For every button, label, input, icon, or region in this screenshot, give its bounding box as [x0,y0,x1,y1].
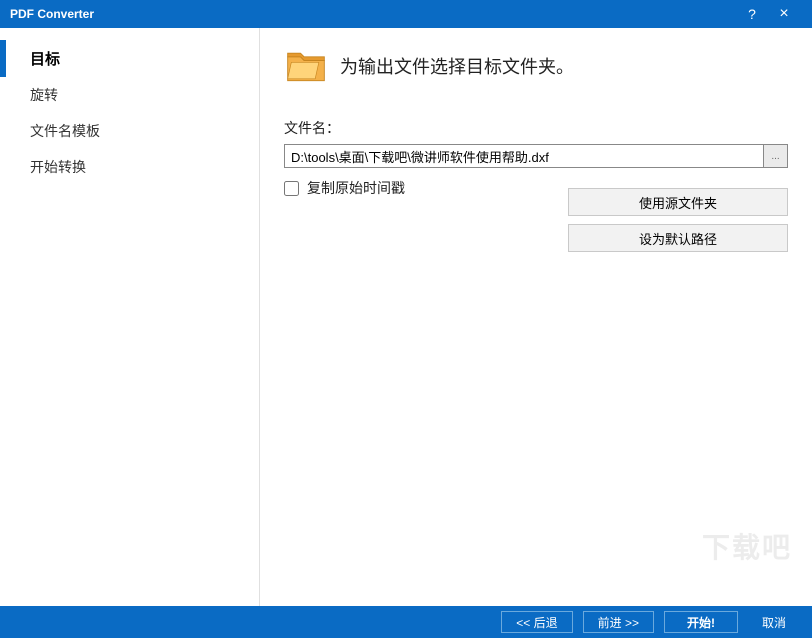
help-button[interactable]: ? [738,6,766,22]
folder-icon [284,44,328,88]
sidebar-item-filename-template[interactable]: 文件名模板 [0,113,259,149]
close-button[interactable]: × [766,5,802,23]
window-title: PDF Converter [10,7,738,21]
back-button[interactable]: << 后退 [501,611,572,633]
path-input[interactable] [284,144,764,168]
cancel-button[interactable]: 取消 [748,611,800,633]
body: 目标 旋转 文件名模板 开始转换 为输出文件选择目标文件夹。 文件名： ... [0,28,812,606]
heading-row: 为输出文件选择目标文件夹。 [284,44,788,88]
browse-button[interactable]: ... [764,144,788,168]
sidebar-item-target[interactable]: 目标 [0,40,259,77]
copy-timestamp-checkbox[interactable] [284,181,299,196]
content: 为输出文件选择目标文件夹。 文件名： ... 复制原始时间戳 使用源文件夹 设为… [260,28,812,606]
use-source-folder-button[interactable]: 使用源文件夹 [568,188,788,216]
copy-timestamp-label: 复制原始时间戳 [307,178,405,198]
filename-label: 文件名： [284,118,788,138]
titlebar: PDF Converter ? × [0,0,812,28]
sidebar-item-rotate[interactable]: 旋转 [0,77,259,113]
sidebar-item-label: 旋转 [30,87,58,103]
start-button[interactable]: 开始! [664,611,738,633]
footer: << 后退 前进 >> 开始! 取消 [0,606,812,638]
sidebar-item-label: 开始转换 [30,159,86,175]
sidebar-item-label: 目标 [30,51,60,68]
right-buttons: 使用源文件夹 设为默认路径 [568,188,788,252]
sidebar-item-label: 文件名模板 [30,123,100,139]
sidebar: 目标 旋转 文件名模板 开始转换 [0,28,260,606]
watermark: 下载吧 [702,526,792,566]
page-heading: 为输出文件选择目标文件夹。 [340,53,574,79]
path-row: ... [284,144,788,168]
forward-button[interactable]: 前进 >> [583,611,654,633]
sidebar-item-start-convert[interactable]: 开始转换 [0,149,259,185]
set-default-path-button[interactable]: 设为默认路径 [568,224,788,252]
